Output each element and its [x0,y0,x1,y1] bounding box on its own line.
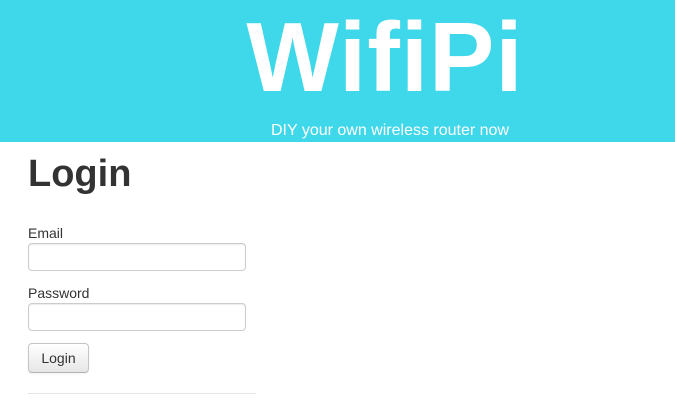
email-field[interactable] [28,243,246,271]
password-label: Password [28,285,90,301]
page-title: Login [28,153,132,195]
password-field[interactable] [28,303,246,331]
site-logo-title: WifiPi [246,2,524,112]
divider [28,393,256,394]
login-button[interactable]: Login [28,343,89,373]
email-label: Email [28,225,64,241]
site-tagline: DIY your own wireless router now [270,122,510,139]
header-banner: WifiPi DIY your own wireless router now [0,0,675,142]
